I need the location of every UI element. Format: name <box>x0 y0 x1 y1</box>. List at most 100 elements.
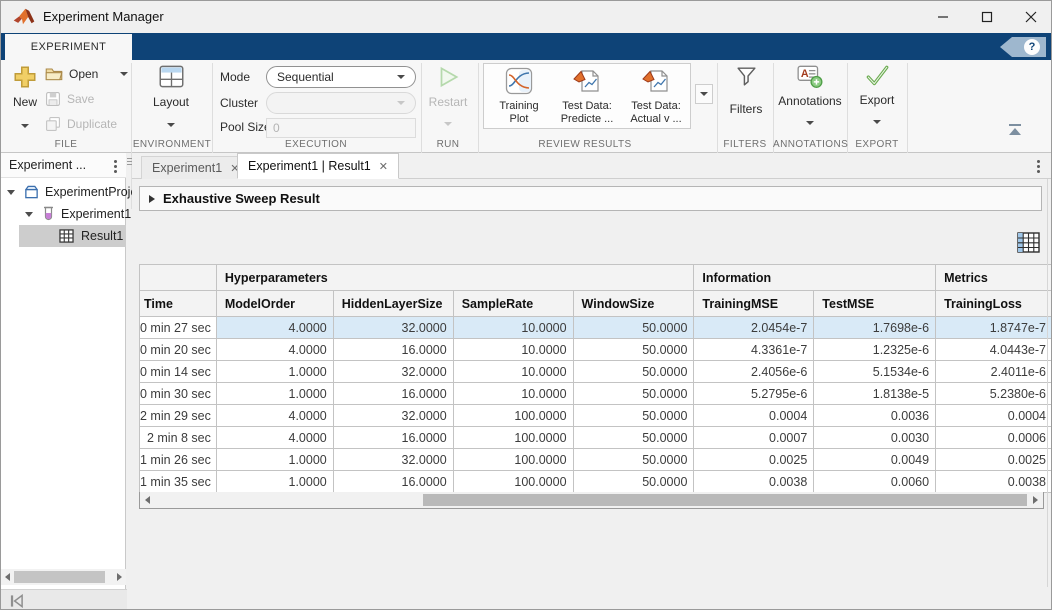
cell-value[interactable]: 16.0000 <box>333 339 453 361</box>
scroll-left-icon[interactable] <box>5 573 10 581</box>
cell-value[interactable]: 4.3361e-7 <box>694 339 814 361</box>
cell-value[interactable]: 0.0025 <box>694 449 814 471</box>
collapse-panel-icon[interactable] <box>9 594 24 608</box>
export-button[interactable]: Export <box>853 64 901 129</box>
tree-item-experiment1[interactable]: Experiment1 <box>1 203 126 225</box>
layout-button[interactable]: Layout <box>147 63 195 132</box>
minimize-button[interactable] <box>921 1 965 33</box>
cell-value[interactable]: 4.0000 <box>216 427 333 449</box>
scrollbar-thumb[interactable] <box>423 494 1027 506</box>
close-tab-icon[interactable]: ✕ <box>379 160 388 173</box>
browser-horizontal-scrollbar[interactable] <box>1 569 126 585</box>
cell-value[interactable]: 16.0000 <box>333 471 453 493</box>
scrollbar-thumb[interactable] <box>14 571 105 583</box>
cell-value[interactable]: 50.0000 <box>573 317 694 339</box>
close-button[interactable] <box>1009 1 1052 33</box>
cell-value[interactable]: 32.0000 <box>333 317 453 339</box>
tree-item-project[interactable]: ExperimentProje <box>1 181 126 203</box>
tree-item-result1[interactable]: Result1 <box>1 225 126 247</box>
table-row[interactable]: 2 min 29 sec4.000032.0000100.000050.0000… <box>140 405 1052 427</box>
annotations-button[interactable]: A Annotations <box>775 63 845 130</box>
tab-experiment1-result1[interactable]: Experiment1 | Result1 ✕ <box>237 153 399 179</box>
table-horizontal-scrollbar[interactable] <box>139 492 1044 509</box>
column-header-testmse[interactable]: TestMSE <box>814 291 936 317</box>
cell-time[interactable]: 0 min 30 sec <box>140 383 217 405</box>
cell-value[interactable]: 0.0004 <box>694 405 814 427</box>
cell-value[interactable]: 5.2795e-6 <box>694 383 814 405</box>
expander-icon[interactable] <box>25 212 33 217</box>
collapse-toolstrip-button[interactable] <box>1007 123 1023 141</box>
tab-experiment1[interactable]: Experiment1 ✕ <box>141 156 250 179</box>
cell-value[interactable]: 100.0000 <box>453 471 573 493</box>
cell-time[interactable]: 0 min 27 sec <box>140 317 217 339</box>
cell-time[interactable]: 2 min 8 sec <box>140 427 217 449</box>
cell-value[interactable]: 0.0060 <box>814 471 936 493</box>
review-results-gallery-button[interactable] <box>695 84 713 104</box>
cell-value[interactable]: 2.0454e-7 <box>694 317 814 339</box>
cell-value[interactable]: 32.0000 <box>333 405 453 427</box>
cell-time[interactable]: 1 min 26 sec <box>140 449 217 471</box>
column-header-modelorder[interactable]: ModelOrder <box>216 291 333 317</box>
table-row[interactable]: 0 min 20 sec4.000016.000010.000050.00004… <box>140 339 1052 361</box>
column-header-trainingmse[interactable]: TrainingMSE <box>694 291 814 317</box>
scroll-right-icon[interactable] <box>1033 496 1038 504</box>
cell-value[interactable]: 10.0000 <box>453 317 573 339</box>
cell-value[interactable]: 10.0000 <box>453 361 573 383</box>
cell-value[interactable]: 5.1534e-6 <box>814 361 936 383</box>
cell-value[interactable]: 32.0000 <box>333 361 453 383</box>
cell-time[interactable]: 2 min 29 sec <box>140 405 217 427</box>
cell-time[interactable]: 1 min 35 sec <box>140 471 217 493</box>
cell-value[interactable]: 50.0000 <box>573 405 694 427</box>
exhaustive-sweep-result-header[interactable]: Exhaustive Sweep Result <box>139 186 1042 211</box>
filters-button[interactable]: Filters <box>726 64 766 116</box>
cell-value[interactable]: 0.0038 <box>694 471 814 493</box>
cell-value[interactable]: 10.0000 <box>453 339 573 361</box>
training-plot-button[interactable]: Training Plot <box>486 64 552 128</box>
cell-value[interactable]: 4.0000 <box>216 317 333 339</box>
cell-value[interactable]: 1.8138e-5 <box>814 383 936 405</box>
cell-value[interactable]: 2.4056e-6 <box>694 361 814 383</box>
cell-value[interactable]: 1.0000 <box>216 383 333 405</box>
cell-value[interactable]: 100.0000 <box>453 405 573 427</box>
table-row[interactable]: 2 min 8 sec4.000016.0000100.000050.00000… <box>140 427 1052 449</box>
column-header-hiddenlayersize[interactable]: HiddenLayerSize <box>333 291 453 317</box>
cell-value[interactable]: 100.0000 <box>453 449 573 471</box>
cell-value[interactable]: 0.0025 <box>936 449 1052 471</box>
column-header-windowsize[interactable]: WindowSize <box>573 291 694 317</box>
table-row[interactable]: 1 min 35 sec1.000016.0000100.000050.0000… <box>140 471 1052 493</box>
scroll-left-icon[interactable] <box>145 496 150 504</box>
document-menu-button[interactable] <box>1031 157 1045 175</box>
cell-value[interactable]: 1.7698e-6 <box>814 317 936 339</box>
tab-experiment-manager[interactable]: EXPERIMENT MANAGER <box>5 34 132 60</box>
test-data-actual-button[interactable]: Test Data: Actual v ... <box>623 64 689 128</box>
cell-value[interactable]: 0.0030 <box>814 427 936 449</box>
cell-value[interactable]: 50.0000 <box>573 383 694 405</box>
cell-value[interactable]: 5.2380e-6 <box>936 383 1052 405</box>
cell-value[interactable]: 32.0000 <box>333 449 453 471</box>
cell-value[interactable]: 4.0000 <box>216 405 333 427</box>
cell-value[interactable]: 0.0006 <box>936 427 1052 449</box>
scroll-right-icon[interactable] <box>117 573 122 581</box>
cell-value[interactable]: 0.0036 <box>814 405 936 427</box>
table-row[interactable]: 0 min 30 sec1.000016.000010.000050.00005… <box>140 383 1052 405</box>
cell-value[interactable]: 1.0000 <box>216 449 333 471</box>
cell-value[interactable]: 50.0000 <box>573 427 694 449</box>
table-row[interactable]: 0 min 27 sec4.000032.000010.000050.00002… <box>140 317 1052 339</box>
column-selection-button[interactable] <box>1017 232 1040 258</box>
cell-value[interactable]: 10.0000 <box>453 383 573 405</box>
cell-value[interactable]: 50.0000 <box>573 449 694 471</box>
cell-value[interactable]: 16.0000 <box>333 383 453 405</box>
cell-value[interactable]: 2.4011e-6 <box>936 361 1052 383</box>
column-header-samplerate[interactable]: SampleRate <box>453 291 573 317</box>
cell-time[interactable]: 0 min 20 sec <box>140 339 217 361</box>
cell-value[interactable]: 0.0007 <box>694 427 814 449</box>
open-button[interactable]: Open <box>45 66 128 81</box>
cell-value[interactable]: 1.2325e-6 <box>814 339 936 361</box>
expander-icon[interactable] <box>7 190 15 195</box>
cell-value[interactable]: 0.0004 <box>936 405 1052 427</box>
column-header-trainingloss[interactable]: TrainingLoss <box>936 291 1052 317</box>
table-row[interactable]: 1 min 26 sec1.000032.0000100.000050.0000… <box>140 449 1052 471</box>
cell-value[interactable]: 1.8747e-7 <box>936 317 1052 339</box>
mode-dropdown[interactable]: Sequential <box>266 66 416 88</box>
cell-value[interactable]: 4.0443e-7 <box>936 339 1052 361</box>
